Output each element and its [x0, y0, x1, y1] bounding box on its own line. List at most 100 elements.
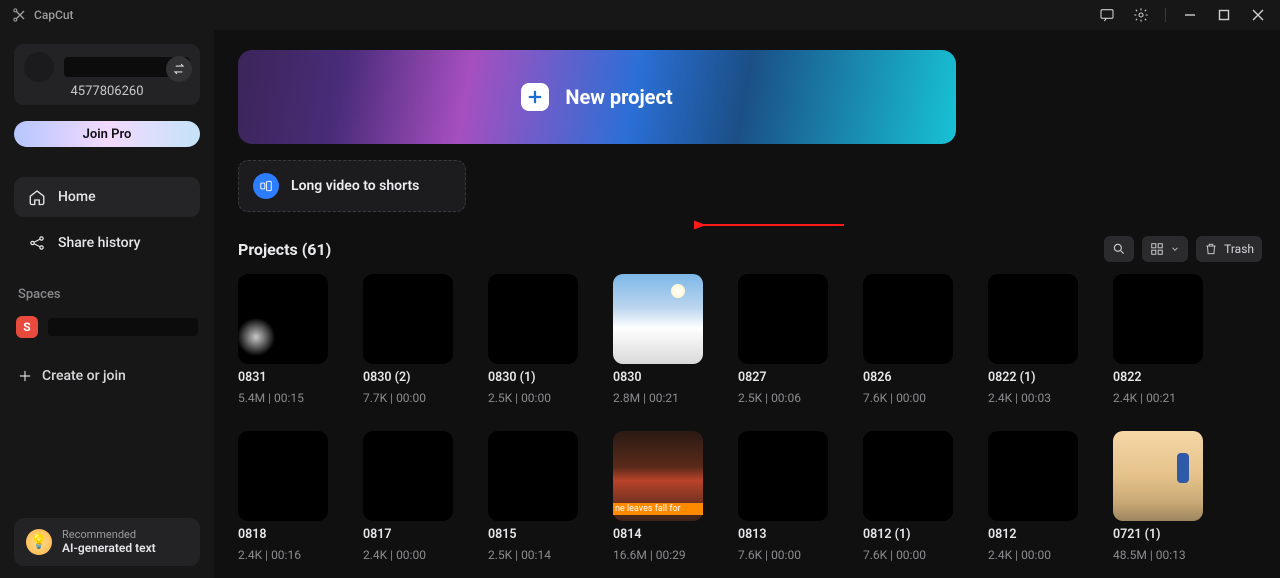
view-toggle-button[interactable]: [1142, 236, 1188, 262]
new-project-label: New project: [565, 85, 672, 109]
project-card[interactable]: 0815 2.5K | 00:14: [488, 431, 578, 562]
close-button[interactable]: [1246, 3, 1270, 27]
project-title: 0812 (1): [863, 527, 953, 542]
primary-nav: Home Share history: [14, 177, 200, 263]
create-or-join-button[interactable]: Create or join: [14, 360, 200, 392]
project-card[interactable]: 08315.4M | 00:15: [238, 274, 328, 405]
project-title: 0818: [238, 527, 328, 542]
project-title: 0822: [1113, 370, 1203, 385]
project-meta: 2.4K | 00:03: [988, 391, 1078, 405]
project-card[interactable]: 0830 (2) 7.7K | 00:00: [363, 274, 453, 405]
project-thumbnail[interactable]: [488, 274, 578, 364]
project-title: 0830 (1): [488, 370, 578, 385]
project-card[interactable]: 0830 2.8M | 00:21: [613, 274, 703, 405]
search-button[interactable]: [1104, 236, 1134, 262]
project-title: 0822 (1): [988, 370, 1078, 385]
project-title: 0831: [238, 370, 328, 385]
project-thumbnail[interactable]: [488, 431, 578, 521]
project-thumbnail[interactable]: [863, 274, 953, 364]
project-card[interactable]: 0830 (1) 2.5K | 00:00: [488, 274, 578, 405]
space-badge: S: [16, 316, 38, 338]
space-name-redacted: [48, 318, 198, 336]
project-card[interactable]: 08137.6K | 00:00: [738, 431, 828, 562]
project-thumbnail[interactable]: [988, 431, 1078, 521]
project-meta: 16.6M | 00:29: [613, 548, 703, 562]
project-meta: 7.6K | 00:00: [863, 391, 953, 405]
title-bar: CapCut: [0, 0, 1280, 30]
grid-icon: [1150, 242, 1164, 256]
project-card[interactable]: 0822 2.4K | 00:21: [1113, 274, 1203, 405]
share-icon: [28, 234, 46, 252]
account-card: 4577806260: [14, 44, 200, 105]
project-thumbnail[interactable]: [738, 431, 828, 521]
account-id: 4577806260: [24, 84, 190, 99]
recommend-card[interactable]: 💡 Recommended AI-generated text: [14, 518, 200, 566]
space-item[interactable]: S: [14, 310, 200, 344]
project-meta: 7.6K | 00:00: [738, 548, 828, 562]
project-meta: 2.8M | 00:21: [613, 391, 703, 405]
minimize-button[interactable]: [1178, 3, 1202, 27]
home-icon: [28, 188, 46, 206]
project-thumbnail[interactable]: [238, 431, 328, 521]
project-meta: 7.7K | 00:00: [363, 391, 453, 405]
recommend-tag: Recommended: [62, 528, 156, 541]
divider: [1165, 8, 1166, 22]
project-thumbnail[interactable]: [613, 431, 703, 521]
trash-button[interactable]: Trash: [1196, 236, 1262, 262]
project-card[interactable]: 0818 2.4K | 00:16: [238, 431, 328, 562]
project-title: 0817: [363, 527, 453, 542]
project-meta: 2.4K | 00:21: [1113, 391, 1203, 405]
project-thumbnail[interactable]: [1113, 274, 1203, 364]
nav-share-history[interactable]: Share history: [14, 223, 200, 263]
lvts-label: Long video to shorts: [291, 178, 419, 194]
window-controls: [1095, 3, 1270, 27]
chevron-down-icon: [1170, 244, 1180, 254]
project-thumbnail[interactable]: [238, 274, 328, 364]
project-card[interactable]: 08267.6K | 00:00: [863, 274, 953, 405]
project-title: 0812: [988, 527, 1078, 542]
project-meta: 2.5K | 00:00: [488, 391, 578, 405]
project-title: 0830: [613, 370, 703, 385]
project-card[interactable]: 08272.5K | 00:06: [738, 274, 828, 405]
trash-label: Trash: [1224, 242, 1254, 256]
new-project-button[interactable]: New project: [238, 50, 956, 144]
long-to-short-icon: [253, 173, 279, 199]
join-pro-label: Join Pro: [83, 127, 132, 142]
project-card[interactable]: 0721 (1)48.5M | 00:13: [1113, 431, 1203, 562]
project-card[interactable]: 0822 (1) 2.4K | 00:03: [988, 274, 1078, 405]
project-card[interactable]: 08122.4K | 00:00: [988, 431, 1078, 562]
switch-account-icon[interactable]: [166, 56, 192, 82]
project-thumbnail[interactable]: [363, 274, 453, 364]
project-thumbnail[interactable]: [363, 431, 453, 521]
projects-grid: 08315.4M | 00:150830 (2)7.7K | 00:000830…: [238, 274, 1262, 562]
app-name: CapCut: [34, 8, 74, 22]
avatar[interactable]: [24, 52, 54, 82]
project-thumbnail[interactable]: [988, 274, 1078, 364]
project-meta: 2.4K | 00:16: [238, 548, 328, 562]
long-video-to-shorts-button[interactable]: Long video to shorts: [238, 160, 466, 212]
project-card[interactable]: 08172.4K | 00:00: [363, 431, 453, 562]
projects-title: Projects (61): [238, 240, 331, 259]
search-icon: [1112, 242, 1126, 256]
nav-item-label: Home: [58, 189, 96, 205]
project-thumbnail[interactable]: [613, 274, 703, 364]
project-thumbnail[interactable]: [1113, 431, 1203, 521]
lightbulb-icon: 💡: [26, 529, 52, 555]
projects-header: Projects (61) Trash: [238, 236, 1262, 262]
trash-icon: [1204, 242, 1218, 256]
join-pro-button[interactable]: Join Pro: [14, 121, 200, 147]
plus-icon: [521, 83, 549, 111]
nav-home[interactable]: Home: [14, 177, 200, 217]
settings-icon[interactable]: [1129, 3, 1153, 27]
project-thumbnail[interactable]: [738, 274, 828, 364]
project-card[interactable]: 081416.6M | 00:29: [613, 431, 703, 562]
feedback-icon[interactable]: [1095, 3, 1119, 27]
project-thumbnail[interactable]: [863, 431, 953, 521]
project-title: 0815: [488, 527, 578, 542]
maximize-button[interactable]: [1212, 3, 1236, 27]
project-card[interactable]: 0812 (1) 7.6K | 00:00: [863, 431, 953, 562]
project-meta: 2.5K | 00:14: [488, 548, 578, 562]
project-title: 0830 (2): [363, 370, 453, 385]
project-meta: 7.6K | 00:00: [863, 548, 953, 562]
scissor-icon: [12, 7, 28, 23]
